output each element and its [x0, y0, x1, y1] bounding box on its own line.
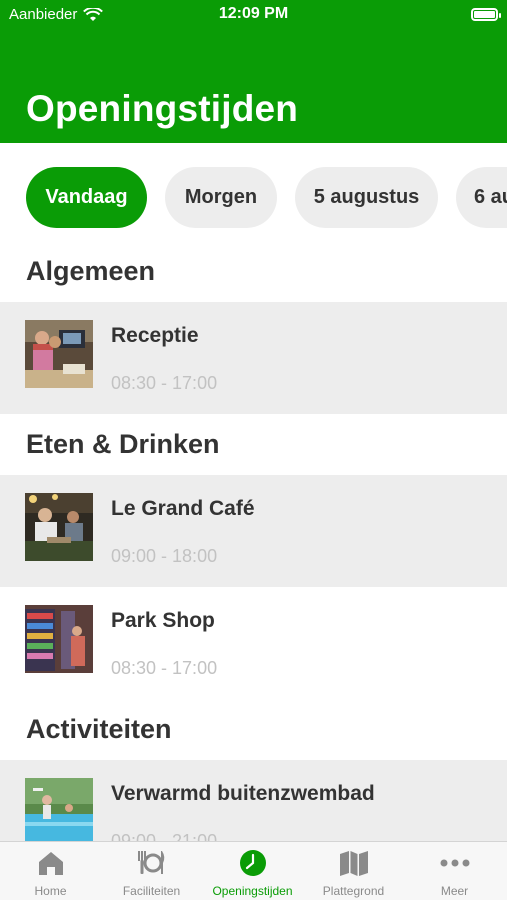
home-icon — [39, 852, 63, 875]
more-icon — [440, 859, 470, 867]
status-bar: Aanbieder 12:09 PM — [0, 0, 507, 30]
le-grand-cafe-photo — [25, 493, 93, 561]
list-item-park-shop[interactable]: Park Shop 08:30 - 17:00 — [0, 587, 507, 699]
chip-5-augustus[interactable]: 5 augustus — [295, 167, 438, 228]
tab-plattegrond[interactable]: Plattegrond — [303, 842, 404, 900]
battery-icon — [471, 8, 501, 21]
chip-6-augustus[interactable]: 6 augustus — [456, 167, 507, 228]
item-name: Verwarmd buitenzwembad — [111, 782, 375, 805]
tab-openingstijden[interactable]: Openingstijden — [202, 842, 303, 900]
status-time: 12:09 PM — [218, 5, 289, 22]
clock-icon — [240, 850, 266, 876]
tab-meer-label: Meer — [440, 884, 469, 898]
item-hours: 08:30 - 17:00 — [111, 658, 218, 678]
tab-bar: Home Faciliteiten Openingstijden Platteg… — [0, 841, 507, 900]
park-shop-photo — [25, 605, 93, 673]
buitenzwembad-photo — [25, 778, 93, 846]
tab-faciliteiten[interactable]: Faciliteiten — [101, 842, 202, 900]
receptie-photo — [25, 320, 93, 388]
tab-faciliteiten-label: Faciliteiten — [122, 884, 181, 898]
tab-meer[interactable]: Meer — [404, 842, 505, 900]
chip-vandaag[interactable]: Vandaag — [26, 167, 147, 228]
item-name: Le Grand Café — [111, 497, 255, 520]
item-name: Receptie — [111, 324, 199, 347]
list-item-receptie[interactable]: Receptie 08:30 - 17:00 — [0, 302, 507, 414]
app-header: Aanbieder 12:09 PM Openingstijden — [0, 0, 507, 143]
tab-openingstijden-label: Openingstijden — [212, 884, 293, 898]
section-title-algemeen: Algemeen — [26, 256, 156, 286]
list-item-le-grand-cafe[interactable]: Le Grand Café 09:00 - 18:00 — [0, 475, 507, 587]
section-title-eten-drinken: Eten & Drinken — [26, 429, 220, 459]
tab-plattegrond-label: Plattegrond — [322, 884, 385, 898]
page-title: Openingstijden — [26, 88, 299, 129]
day-selector: Vandaag Morgen 5 augustus 6 augustus — [0, 167, 507, 229]
map-icon — [340, 851, 368, 876]
section-title-activiteiten: Activiteiten — [26, 714, 172, 744]
item-hours: 08:30 - 17:00 — [111, 373, 218, 393]
cutlery-icon — [138, 851, 165, 874]
tab-home-label: Home — [34, 884, 67, 898]
tab-home[interactable]: Home — [0, 842, 101, 900]
chip-morgen[interactable]: Morgen — [165, 167, 277, 228]
item-hours: 09:00 - 18:00 — [111, 546, 218, 566]
item-name: Park Shop — [111, 609, 215, 632]
